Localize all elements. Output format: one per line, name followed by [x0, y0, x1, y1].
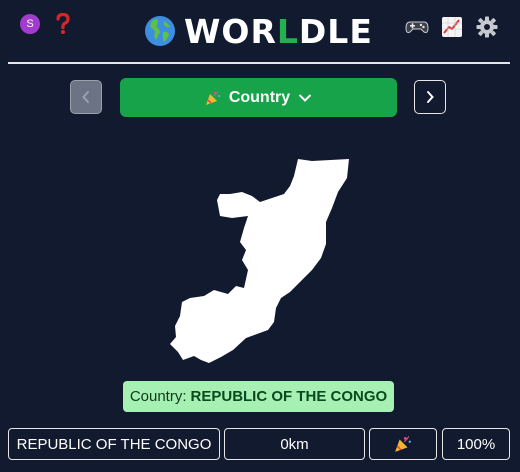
- chart-increasing-icon: [442, 17, 462, 37]
- game-mode-dropdown[interactable]: Country: [120, 78, 397, 117]
- user-avatar-button[interactable]: S: [20, 14, 40, 34]
- party-popper-icon: [395, 435, 411, 452]
- guess-proximity-cell: 100%: [442, 428, 510, 460]
- title-part-1: WOR: [184, 11, 277, 51]
- settings-button[interactable]: [475, 14, 499, 40]
- answer-country: REPUBLIC OF THE CONGO: [190, 388, 388, 405]
- guess-proximity: 100%: [456, 435, 496, 453]
- header: S WORLDLE: [8, 0, 510, 64]
- next-game-button[interactable]: [414, 80, 446, 114]
- app-logo: WORLDLE: [144, 10, 373, 52]
- guess-distance: 0km: [280, 435, 309, 453]
- app-title: WORLDLE: [184, 12, 373, 51]
- help-button[interactable]: [52, 12, 74, 36]
- party-popper-icon: [205, 90, 220, 105]
- app-root: S WORLDLE Country Country: REPUBLIC OF T…: [0, 0, 520, 472]
- chevron-left-icon: [82, 91, 89, 103]
- guess-country: REPUBLIC OF THE CONGO: [16, 435, 212, 453]
- title-part-2: DLE: [298, 11, 373, 51]
- chevron-down-icon: [299, 94, 312, 102]
- games-button[interactable]: [404, 14, 430, 40]
- chevron-right-icon: [427, 91, 434, 103]
- guess-distance-cell: 0km: [224, 428, 365, 460]
- country-silhouette: [160, 150, 360, 372]
- avatar-letter: S: [26, 18, 34, 30]
- guess-country-cell: REPUBLIC OF THE CONGO: [8, 428, 220, 460]
- answer-badge: Country: REPUBLIC OF THE CONGO: [123, 381, 394, 412]
- title-accent-letter: L: [276, 11, 299, 51]
- controller-icon: [405, 21, 429, 33]
- statistics-button[interactable]: [440, 14, 464, 40]
- previous-game-button[interactable]: [70, 80, 102, 114]
- guess-direction-cell: [369, 428, 437, 460]
- gear-icon: [476, 16, 498, 38]
- globe-icon: [145, 16, 175, 46]
- game-mode-label: Country: [228, 88, 291, 106]
- answer-prefix: Country:: [129, 388, 187, 405]
- question-mark-icon: [56, 13, 70, 34]
- country-shape: [170, 159, 349, 363]
